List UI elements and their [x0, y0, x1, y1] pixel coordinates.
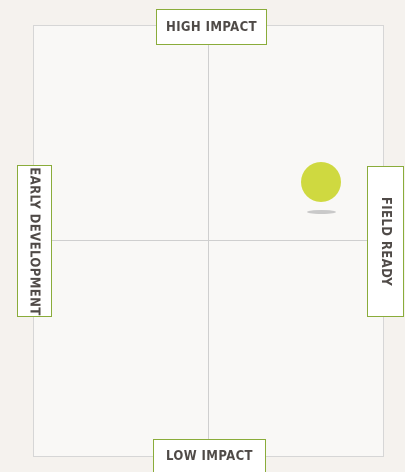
low-impact-text: LOW IMPACT [166, 448, 253, 464]
field-ready-text: FIELD READY [378, 196, 393, 287]
low-impact-label: LOW IMPACT [153, 439, 266, 472]
horizontal-axis-line [33, 240, 384, 241]
early-development-text: EARLY DEVELOPMENT [27, 166, 42, 316]
vertical-axis-line [208, 25, 209, 457]
early-development-label: EARLY DEVELOPMENT [17, 165, 52, 317]
high-impact-label: HIGH IMPACT [156, 9, 267, 45]
high-impact-text: HIGH IMPACT [166, 19, 257, 35]
data-point-marker[interactable] [301, 162, 341, 202]
data-point-shadow [307, 210, 336, 214]
field-ready-label: FIELD READY [367, 166, 404, 317]
